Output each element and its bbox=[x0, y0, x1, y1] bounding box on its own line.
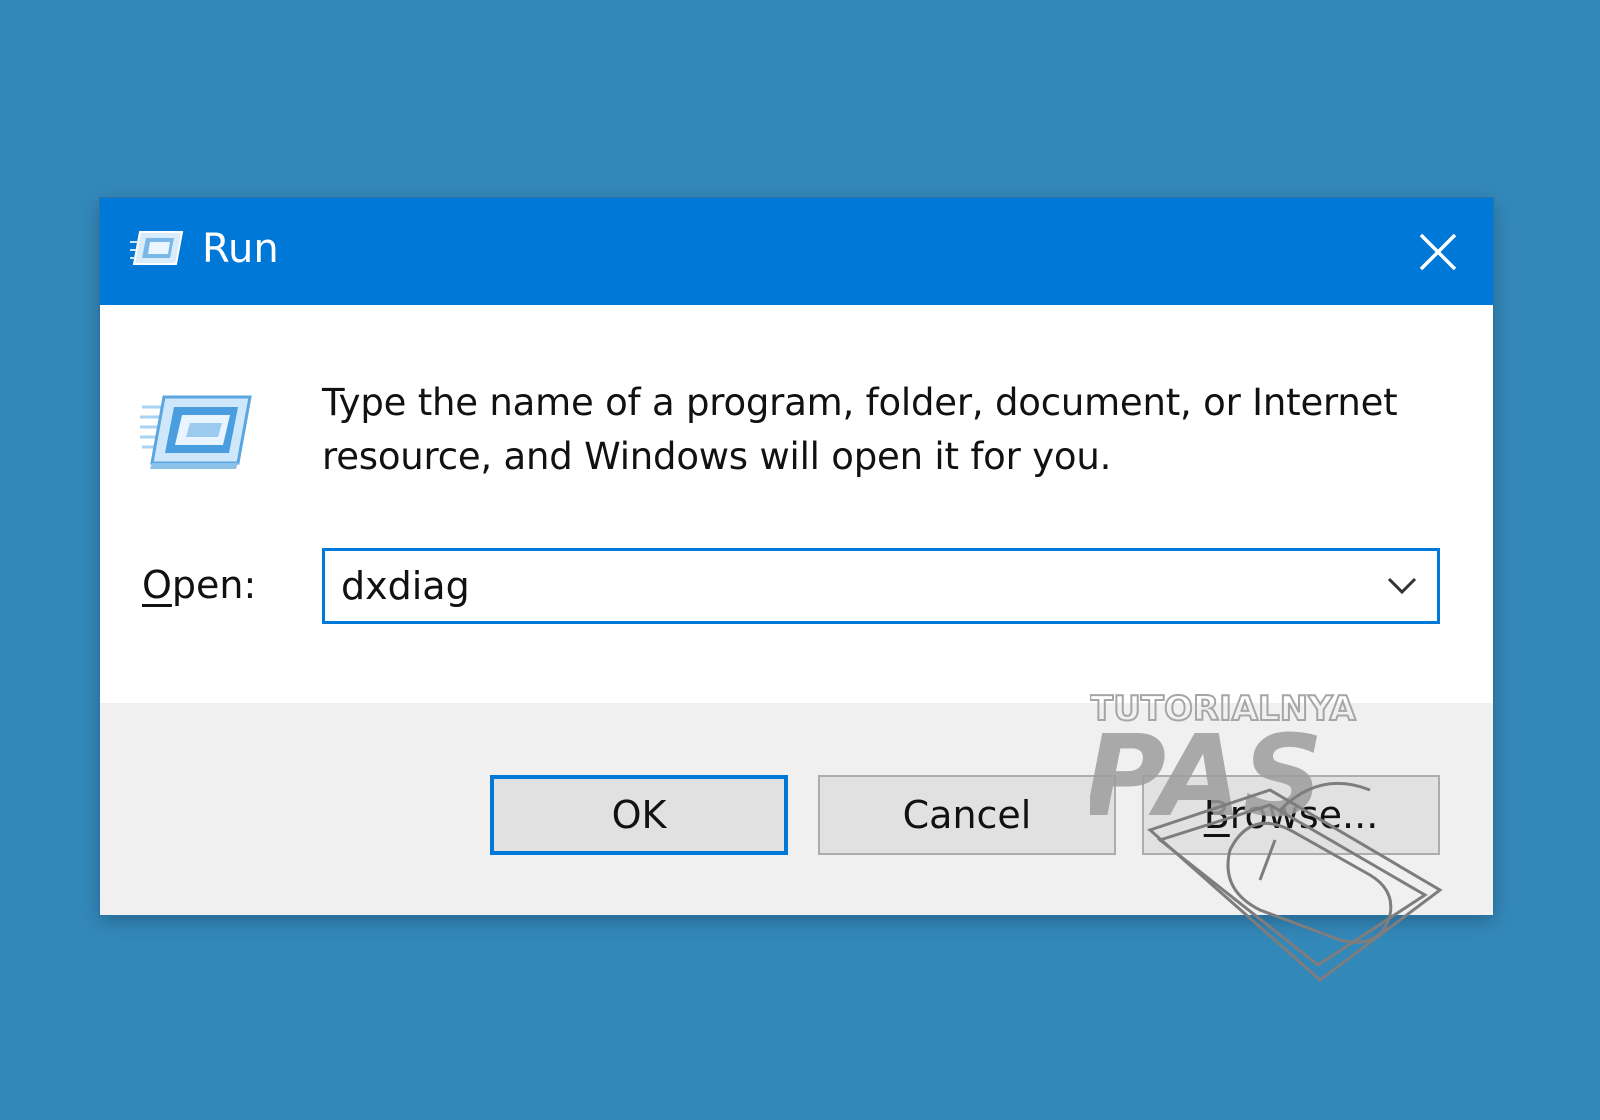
window-title: Run bbox=[202, 226, 279, 272]
open-combobox[interactable] bbox=[322, 548, 1440, 624]
open-input[interactable] bbox=[341, 551, 1301, 621]
button-bar: OK Cancel Browse... bbox=[100, 703, 1493, 915]
open-label: Open: bbox=[142, 560, 256, 610]
browse-label: rowse... bbox=[1229, 793, 1379, 837]
browse-button[interactable]: Browse... bbox=[1142, 775, 1440, 855]
cancel-button[interactable]: Cancel bbox=[818, 775, 1116, 855]
run-icon bbox=[140, 395, 252, 469]
chevron-down-icon bbox=[1387, 577, 1417, 595]
browse-mnemonic: B bbox=[1203, 793, 1230, 837]
title-bar[interactable]: Run bbox=[100, 198, 1493, 305]
run-instructions: Type the name of a program, folder, docu… bbox=[322, 381, 1398, 478]
close-icon bbox=[1419, 233, 1457, 270]
run-icon bbox=[130, 231, 184, 265]
close-button[interactable] bbox=[1383, 198, 1493, 305]
dropdown-button[interactable] bbox=[1367, 551, 1437, 621]
ok-button[interactable]: OK bbox=[490, 775, 788, 855]
run-dialog: Run Type the name of a program, folder, … bbox=[100, 198, 1493, 915]
open-label-mnemonic: O bbox=[142, 563, 172, 607]
open-label-text: pen: bbox=[171, 563, 257, 607]
